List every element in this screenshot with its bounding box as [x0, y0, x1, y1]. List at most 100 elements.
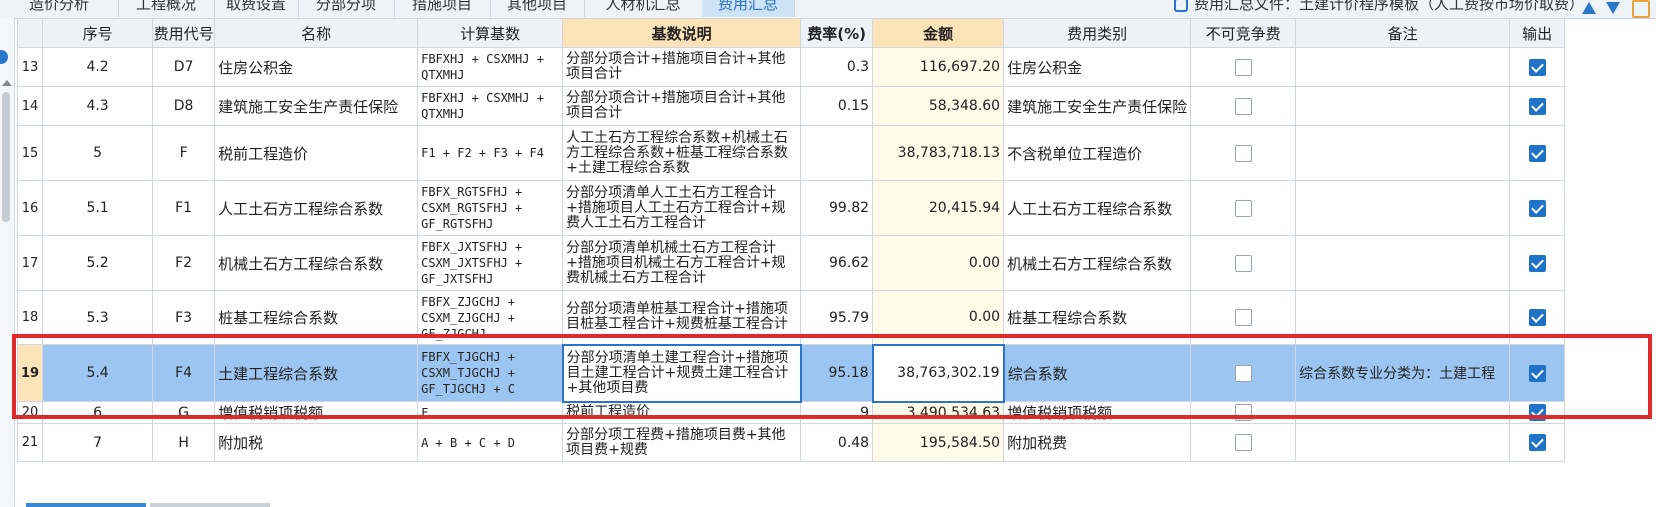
code-cell[interactable]: H [152, 423, 216, 462]
note-cell[interactable]: 综合系数专业分类为：土建工程 [1295, 344, 1511, 402]
output-checkbox[interactable] [1528, 309, 1546, 326]
rate-cell[interactable]: 95.79 [800, 290, 874, 345]
seq-cell[interactable]: 5.1 [42, 180, 154, 236]
category-cell[interactable]: 建筑施工安全生产责任保险 [1003, 86, 1192, 126]
code-cell[interactable]: F2 [152, 235, 216, 291]
col-output-header[interactable]: 输出 [1509, 18, 1566, 48]
desc-cell[interactable]: 分部分项清单土建工程合计+措施项目土建工程合计+规费土建工程合计+其他项目费 [561, 343, 802, 403]
name-cell[interactable]: 税前工程造价 [214, 125, 419, 181]
code-cell[interactable]: D8 [152, 86, 216, 126]
desc-cell[interactable]: 分部分项工程费+措施项目费+其他项目费+规费 [562, 423, 802, 462]
category-cell[interactable]: 附加税费 [1003, 423, 1192, 462]
bottom-tab-active[interactable] [26, 503, 146, 507]
noncompete-checkbox[interactable] [1234, 364, 1252, 382]
rate-cell[interactable]: 0.48 [800, 423, 874, 462]
note-cell[interactable] [1295, 423, 1511, 462]
bottom-tab[interactable] [150, 503, 270, 507]
output-checkbox[interactable] [1528, 58, 1546, 76]
table-row[interactable]: 15 5 F 税前工程造价 F1 + F2 + F3 + F4 人工土石方工程综… [16, 125, 1566, 181]
seq-cell[interactable]: 5.4 [42, 344, 154, 402]
seq-cell[interactable]: 6 [42, 401, 154, 424]
desc-cell[interactable]: 税前工程造价 [562, 401, 802, 424]
noncompete-checkbox[interactable] [1234, 309, 1252, 326]
col-desc-header[interactable]: 基数说明 [562, 18, 802, 48]
rate-cell[interactable] [800, 125, 874, 181]
name-cell[interactable]: 机械土石方工程综合系数 [214, 235, 419, 291]
output-checkbox[interactable] [1528, 364, 1546, 382]
table-row[interactable]: 18 5.3 F3 桩基工程综合系数 FBFX_ZJGCHJ + CSXM_ZJ… [16, 290, 1566, 345]
note-cell[interactable] [1295, 47, 1511, 87]
base-cell[interactable]: FBFXHJ + CSXMHJ + QTXMHJ [417, 86, 564, 126]
output-checkbox[interactable] [1528, 254, 1546, 272]
fee-summary-file-label[interactable]: 费用汇总文件：土建计价程序模板（人工费按市场价取费） [1173, 0, 1584, 17]
output-checkbox[interactable] [1528, 404, 1546, 421]
noncompete-checkbox[interactable] [1234, 199, 1252, 217]
seq-cell[interactable]: 4.2 [42, 47, 154, 87]
desc-cell[interactable]: 分部分项清单机械土石方工程合计+措施项目机械土石方工程合计+规费机械土石方工程合… [562, 235, 802, 291]
base-cell[interactable]: FBFXHJ + CSXMHJ + QTXMHJ [417, 47, 564, 87]
name-cell[interactable]: 人工土石方工程综合系数 [214, 180, 419, 236]
col-amount-header[interactable]: 金额 [872, 18, 1005, 48]
code-cell[interactable]: F3 [152, 290, 216, 345]
noncompete-checkbox[interactable] [1234, 254, 1252, 272]
name-cell[interactable]: 附加税 [214, 423, 419, 462]
desc-cell[interactable]: 分部分项合计+措施项目合计+其他项目合计 [562, 86, 802, 126]
tab-other-items[interactable]: 其他项目 [490, 0, 585, 17]
col-seq-header[interactable]: 序号 [42, 18, 154, 48]
noncompete-checkbox[interactable] [1234, 404, 1252, 421]
base-cell[interactable]: F [417, 401, 564, 424]
noncompete-checkbox[interactable] [1234, 434, 1252, 451]
note-cell[interactable] [1295, 235, 1511, 291]
base-cell[interactable]: F1 + F2 + F3 + F4 [417, 125, 564, 181]
tab-project-overview[interactable]: 工程概况 [118, 0, 215, 17]
category-cell[interactable]: 増值税销项税额 [1003, 401, 1192, 424]
desc-cell[interactable]: 分部分项合计+措施项目合计+其他项目合计 [562, 47, 802, 87]
category-cell[interactable]: 住房公积金 [1003, 47, 1192, 87]
left-scrollbar[interactable] [0, 18, 15, 507]
output-checkbox[interactable] [1528, 434, 1546, 451]
name-cell[interactable]: 桩基工程综合系数 [214, 290, 419, 345]
col-rate-header[interactable]: 费率(%) [800, 18, 874, 48]
tool-icon[interactable] [1632, 0, 1650, 18]
col-base-header[interactable]: 计算基数 [417, 18, 564, 48]
base-cell[interactable]: FBFX_ZJGCHJ + CSXM_ZJGCHJ + GF_ZJGCHJ [417, 290, 564, 345]
desc-cell[interactable]: 分部分项清单桩基工程合计+措施项目桩基工程合计+规费桩基工程合计 [562, 290, 802, 345]
scroll-up-icon[interactable] [2, 80, 12, 86]
category-cell[interactable]: 不含税单位工程造价 [1003, 125, 1192, 181]
code-cell[interactable]: F [152, 125, 216, 181]
rate-cell[interactable]: 0.3 [800, 47, 874, 87]
rate-cell[interactable]: 9 [800, 401, 874, 424]
noncompete-checkbox[interactable] [1234, 97, 1252, 115]
name-cell[interactable]: 建筑施工安全生产责任保险 [214, 86, 419, 126]
col-category-header[interactable]: 费用类别 [1003, 18, 1192, 48]
seq-cell[interactable]: 7 [42, 423, 154, 462]
name-cell[interactable]: 増值税销项税额 [214, 401, 419, 424]
output-checkbox[interactable] [1528, 199, 1546, 217]
tab-fee-settings[interactable]: 取费设置 [214, 0, 299, 17]
note-cell[interactable] [1295, 401, 1511, 424]
category-cell[interactable]: 桩基工程综合系数 [1003, 290, 1192, 345]
output-checkbox[interactable] [1528, 97, 1546, 115]
col-noncompete-header[interactable]: 不可竞争费 [1190, 18, 1297, 48]
noncompete-checkbox[interactable] [1234, 58, 1252, 76]
seq-cell[interactable]: 5.2 [42, 235, 154, 291]
category-cell[interactable]: 人工土石方工程综合系数 [1003, 180, 1192, 236]
arrow-up-icon[interactable] [1582, 2, 1596, 14]
scroll-thumb[interactable] [2, 92, 10, 222]
base-cell[interactable]: FBFX_TJGCHJ + CSXM_TJGCHJ + GF_TJGCHJ + … [417, 344, 564, 402]
col-code-header[interactable]: 费用代号 [152, 18, 216, 48]
desc-cell[interactable]: 分部分项清单人工土石方工程合计+措施项目人工土石方工程合计+规费人工土石方工程合… [562, 180, 802, 236]
rate-cell[interactable]: 0.15 [800, 86, 874, 126]
table-row[interactable]: 13 4.2 D7 住房公积金 FBFXHJ + CSXMHJ + QTXMHJ… [16, 47, 1566, 87]
note-cell[interactable] [1295, 180, 1511, 236]
table-row[interactable]: 17 5.2 F2 机械土石方工程综合系数 FBFX_JXTSFHJ + CSX… [16, 235, 1566, 291]
category-cell[interactable]: 机械土石方工程综合系数 [1003, 235, 1192, 291]
panel-toggle-icon[interactable] [0, 50, 8, 64]
table-row-selected[interactable]: 19 5.4 F4 土建工程综合系数 FBFX_TJGCHJ + CSXM_TJ… [16, 343, 1566, 403]
tab-sub-items[interactable]: 分部分项 [298, 0, 395, 17]
tab-measures[interactable]: 措施项目 [394, 0, 491, 17]
noncompete-checkbox[interactable] [1234, 144, 1252, 162]
table-row[interactable]: 21 7 H 附加税 A + B + C + D 分部分项工程费+措施项目费+其… [16, 423, 1566, 462]
tab-cost-analysis[interactable]: 造价分析 [0, 0, 119, 17]
note-cell[interactable] [1295, 125, 1511, 181]
